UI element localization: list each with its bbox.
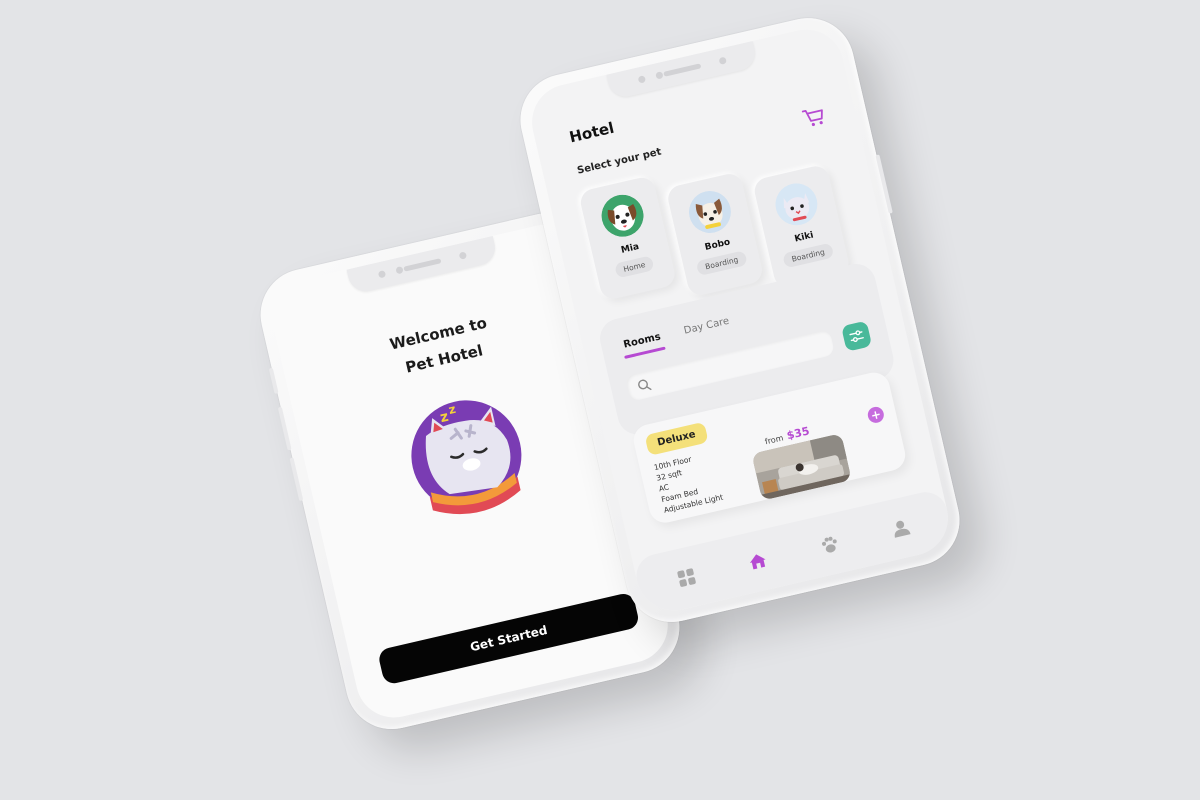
welcome-title: Welcome to Pet Hotel <box>280 285 602 407</box>
get-started-button[interactable]: Get Started <box>376 591 641 686</box>
home-icon[interactable] <box>746 549 770 573</box>
paw-icon[interactable] <box>818 533 842 557</box>
notch <box>606 41 759 101</box>
mute-switch <box>268 367 279 394</box>
pet-name: Mia <box>620 241 641 256</box>
sleeping-cat-illustration: z z <box>411 400 522 515</box>
pet-status-tag: Home <box>614 255 655 279</box>
user-icon[interactable] <box>889 516 913 540</box>
volume-up-button <box>277 406 292 451</box>
pet-name: Kiki <box>793 230 815 245</box>
pet-card-mia[interactable]: Mia Home <box>578 175 678 302</box>
power-button <box>875 154 893 214</box>
volume-down-button <box>289 457 304 502</box>
tab-rooms[interactable]: Rooms <box>622 331 661 350</box>
filter-button[interactable] <box>841 320 873 352</box>
cat-avatar-icon <box>775 183 818 226</box>
sliders-icon <box>849 330 864 343</box>
price-prefix: from <box>764 433 785 447</box>
pet-status-tag: Boarding <box>695 250 748 277</box>
price-amount: $35 <box>785 424 811 443</box>
tab-day-care[interactable]: Day Care <box>683 316 730 337</box>
dog-avatar-icon <box>688 190 731 233</box>
search-icon <box>638 379 652 391</box>
room-features: 10th Floor 32 sqft AC Foam Bed Adjustabl… <box>653 449 724 516</box>
cart-icon[interactable] <box>801 105 827 129</box>
pet-card-bobo[interactable]: Bobo Boarding <box>665 171 765 298</box>
notch <box>346 235 499 295</box>
dog-avatar-icon <box>601 194 644 237</box>
grid-icon[interactable] <box>674 566 698 590</box>
select-pet-label: Select your pet <box>576 146 663 177</box>
pet-status-tag: Boarding <box>782 242 835 269</box>
page-title: Hotel <box>567 118 616 147</box>
pet-name: Bobo <box>703 237 732 253</box>
add-room-button[interactable]: + <box>866 405 886 425</box>
